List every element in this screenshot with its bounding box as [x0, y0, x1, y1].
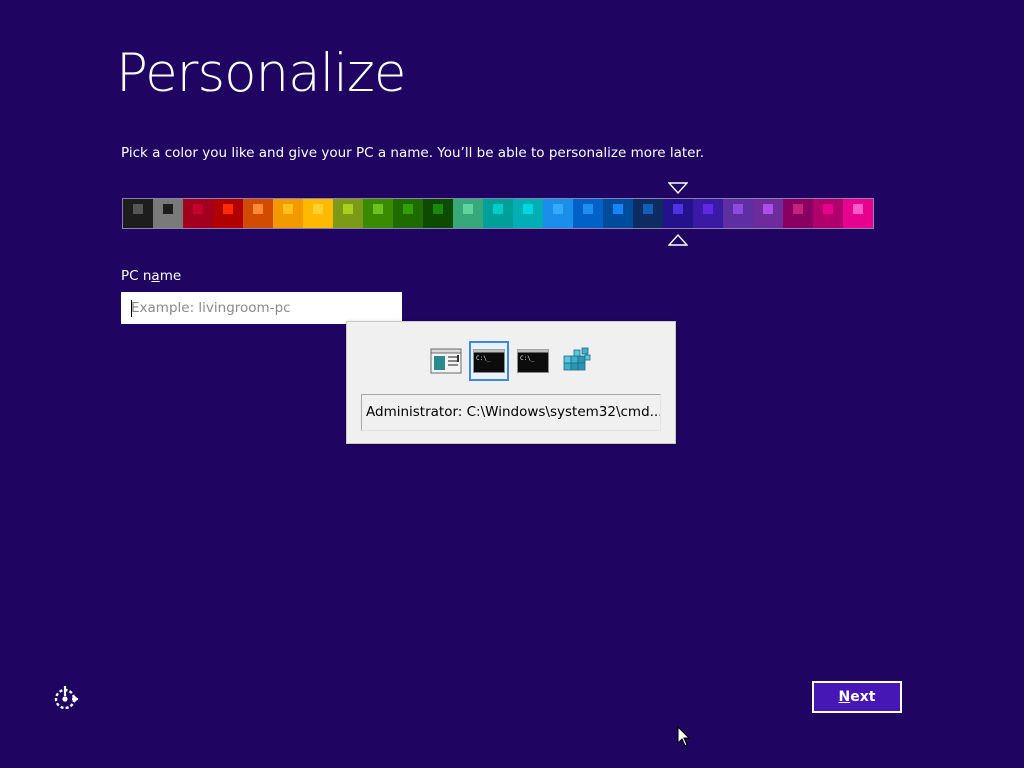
- color-swatch-accent: [283, 204, 293, 214]
- task-switcher-item-regedit[interactable]: [557, 341, 597, 381]
- task-switcher-caption: Administrator: C:\Windows\system32\cmd..…: [361, 394, 661, 431]
- color-swatch-accent: [403, 204, 413, 214]
- task-switcher: C:\_ C:\_ Administrator: C:\Windows\syst…: [346, 321, 676, 444]
- command-prompt-icon: C:\_: [473, 349, 505, 373]
- color-swatch-accent: [733, 204, 743, 214]
- color-swatch-accent: [643, 204, 653, 214]
- color-swatch[interactable]: [483, 199, 513, 228]
- pc-name-input[interactable]: [121, 292, 402, 324]
- personalize-page: Personalize Pick a color you like and gi…: [0, 0, 1024, 768]
- color-swatch[interactable]: [303, 199, 333, 228]
- task-switcher-item-cmd-admin[interactable]: C:\_: [469, 341, 509, 381]
- color-swatch[interactable]: [843, 199, 873, 228]
- color-swatch-accent: [373, 204, 383, 214]
- color-swatch-accent: [523, 204, 533, 214]
- color-swatch[interactable]: [123, 199, 153, 228]
- pc-name-label: PC name: [121, 268, 182, 284]
- color-swatch[interactable]: [783, 199, 813, 228]
- color-swatch[interactable]: [153, 199, 183, 228]
- color-swatch[interactable]: [363, 199, 393, 228]
- color-swatch[interactable]: [243, 199, 273, 228]
- mouse-cursor-icon: [677, 726, 691, 747]
- selected-color-top-marker-icon: [668, 182, 688, 194]
- color-swatch-accent: [703, 204, 713, 214]
- color-swatch-accent: [553, 204, 563, 214]
- color-swatch[interactable]: [333, 199, 363, 228]
- color-swatch[interactable]: [633, 199, 663, 228]
- color-swatch-accent: [253, 204, 263, 214]
- registry-editor-icon: [563, 347, 591, 371]
- color-swatch-accent: [313, 204, 323, 214]
- color-swatch[interactable]: [693, 199, 723, 228]
- svg-text:C:\_: C:\_: [476, 355, 491, 362]
- color-swatch-accent: [583, 204, 593, 214]
- page-subtitle: Pick a color you like and give your PC a…: [121, 145, 705, 161]
- color-swatch[interactable]: [213, 199, 243, 228]
- color-swatch-accent: [763, 204, 773, 214]
- color-swatch-accent: [193, 204, 203, 214]
- text-caret: [131, 300, 132, 317]
- color-swatch[interactable]: [603, 199, 633, 228]
- color-swatch[interactable]: [183, 199, 213, 228]
- color-swatch-accent: [223, 204, 233, 214]
- color-swatch[interactable]: [723, 199, 753, 228]
- color-swatch[interactable]: [273, 199, 303, 228]
- color-swatch-accent: [463, 204, 473, 214]
- ease-of-access-icon[interactable]: [52, 684, 80, 712]
- color-swatch-accent: [433, 204, 443, 214]
- command-prompt-icon: C:\_: [517, 349, 549, 373]
- color-swatch[interactable]: [813, 199, 843, 228]
- window-app-icon: [430, 348, 462, 374]
- color-picker[interactable]: [122, 198, 874, 229]
- color-swatch-accent: [853, 204, 863, 214]
- color-swatch[interactable]: [543, 199, 573, 228]
- task-switcher-icons: C:\_ C:\_: [347, 341, 675, 383]
- color-swatch-accent: [613, 204, 623, 214]
- color-swatch-accent: [673, 204, 683, 214]
- color-swatch-accent: [163, 204, 173, 214]
- color-swatch[interactable]: [663, 199, 693, 228]
- task-switcher-item-window-app[interactable]: [426, 341, 466, 381]
- color-swatch-accent: [823, 204, 833, 214]
- color-swatch[interactable]: [513, 199, 543, 228]
- task-switcher-item-cmd[interactable]: C:\_: [513, 341, 553, 381]
- color-swatch-accent: [493, 204, 503, 214]
- color-swatch[interactable]: [753, 199, 783, 228]
- color-swatch[interactable]: [573, 199, 603, 228]
- color-swatch-accent: [133, 204, 143, 214]
- next-button[interactable]: Next: [812, 681, 902, 713]
- page-title: Personalize: [116, 43, 406, 104]
- selected-color-bottom-marker-icon: [668, 234, 688, 246]
- color-swatch[interactable]: [393, 199, 423, 228]
- color-swatch[interactable]: [423, 199, 453, 228]
- color-swatch-accent: [793, 204, 803, 214]
- color-swatch[interactable]: [453, 199, 483, 228]
- color-swatch-accent: [343, 204, 353, 214]
- svg-text:C:\_: C:\_: [520, 355, 535, 362]
